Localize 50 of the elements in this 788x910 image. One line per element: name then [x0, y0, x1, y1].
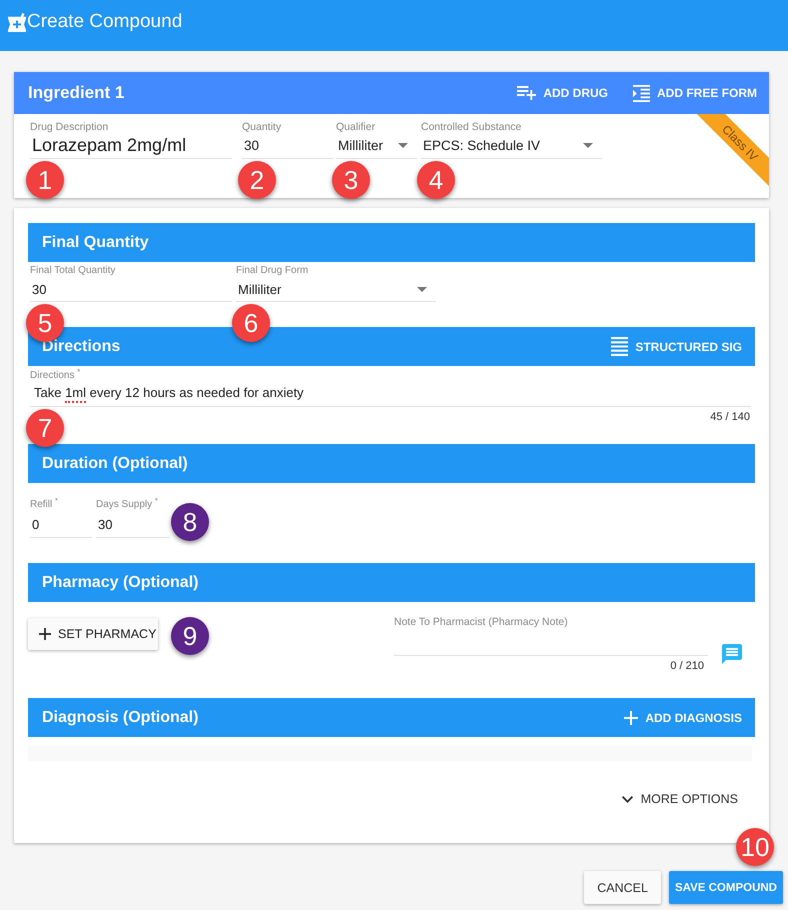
- cancel-button[interactable]: CANCEL: [584, 871, 661, 904]
- field-label: Quantity: [242, 121, 282, 133]
- plus-icon: [624, 710, 638, 724]
- controlled-substance-dropdown[interactable]: EPCS: Schedule IV: [421, 133, 602, 159]
- caret-icon: [398, 143, 408, 148]
- chat-bubble-icon[interactable]: [722, 644, 742, 664]
- character-counter: 45 / 140: [710, 411, 750, 423]
- callout-marker: 2: [238, 161, 276, 199]
- callout-marker: 10: [736, 828, 774, 866]
- callout-marker: 6: [232, 304, 270, 342]
- ingredient-title: Ingredient 1: [28, 83, 124, 103]
- callout-marker: 1: [26, 161, 64, 199]
- field-label: Note To Pharmacist (Pharmacy Note): [394, 616, 569, 628]
- page-title: Create Compound: [27, 11, 182, 33]
- list-plus-icon: [517, 86, 536, 100]
- section-title: Duration (Optional): [42, 454, 188, 472]
- days-supply-input[interactable]: 30: [96, 511, 170, 538]
- set-pharmacy-button[interactable]: SET PHARMACY: [28, 618, 158, 650]
- quantity-input[interactable]: 30: [242, 133, 333, 159]
- callout-marker: 4: [417, 161, 455, 199]
- caret-icon: [417, 286, 427, 292]
- indent-icon: [633, 84, 650, 102]
- field-label: Directions $^{*}$: [30, 370, 82, 382]
- section-title: Final Quantity: [42, 234, 149, 252]
- lines-icon: [611, 337, 628, 356]
- callout-marker: 9: [171, 617, 209, 655]
- final-quantity-input[interactable]: 30: [30, 277, 232, 302]
- field-label: Refill $^{*}$: [30, 499, 59, 511]
- section-title: Pharmacy (Optional): [42, 574, 198, 592]
- callout-marker: 3: [332, 161, 370, 199]
- mortar-plus-icon: [8, 12, 26, 32]
- field-label: Drug Description: [30, 121, 110, 133]
- callout-marker: 7: [26, 409, 64, 447]
- chevron-down-icon: [622, 796, 633, 802]
- section-title: Diagnosis (Optional): [42, 708, 198, 726]
- plus-icon: [39, 628, 51, 640]
- callout-marker: 8: [171, 503, 209, 541]
- field-label: Controlled Substance: [421, 121, 522, 133]
- directions-input[interactable]: Take 1ml every 12 hours as needed for anxiety: [30, 382, 751, 407]
- refill-input[interactable]: 0: [30, 511, 92, 538]
- field-label: Days Supply $^{*}$: [96, 499, 159, 511]
- field-label: Final Total Quantity: [30, 265, 116, 277]
- field-label: Qualifier: [336, 121, 376, 133]
- drug-description-input[interactable]: Lorazepam 2mg/ml: [30, 133, 232, 159]
- more-options-button[interactable]: MORE OPTIONS: [618, 783, 742, 815]
- qualifier-dropdown[interactable]: Milliliter: [336, 133, 417, 159]
- drug-form-dropdown[interactable]: Milliliter: [236, 277, 436, 302]
- caret-icon: [583, 143, 593, 148]
- character-counter: 0 / 210: [670, 660, 704, 672]
- field-label: Final Drug Form: [236, 265, 310, 277]
